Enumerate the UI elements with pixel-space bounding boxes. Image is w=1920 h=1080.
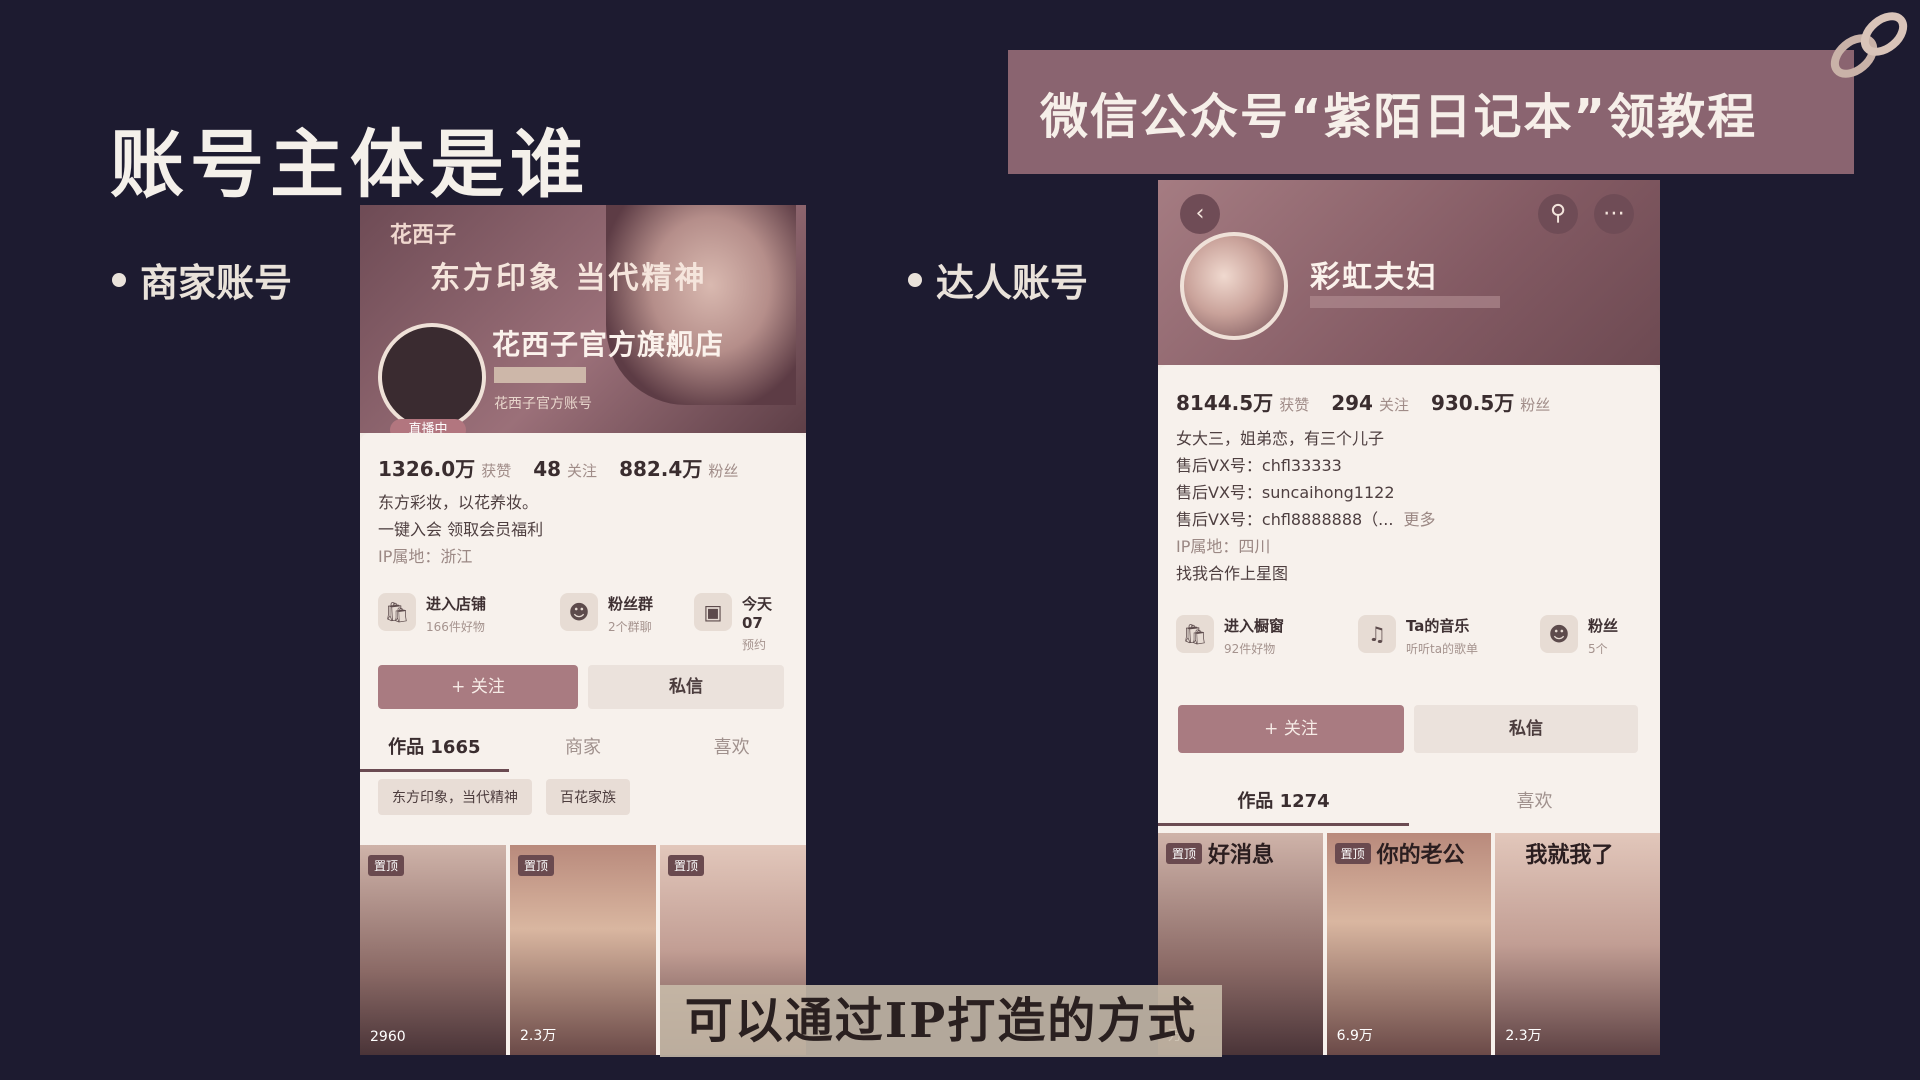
feature-fans-group[interactable]: ☻ 粉丝群 2个群聊 bbox=[560, 593, 660, 653]
slide-title: 账号主体是谁 bbox=[110, 122, 590, 208]
collection-chip[interactable]: 百花家族 bbox=[546, 779, 630, 815]
merchant-name: 花西子官方旗舰店 bbox=[492, 328, 725, 361]
video-thumbnail[interactable]: 置顶 你的老公 6.9万 bbox=[1326, 833, 1492, 1055]
bullet-merchant-label: 商家账号 bbox=[140, 261, 293, 305]
bio-line: 售后VX号：chfl33333 bbox=[1176, 456, 1342, 475]
video-subtitle: 可以通过IP打造的方式 bbox=[660, 985, 1222, 1057]
merchant-header: 花西子 东方印象 当代精神 直播中 花西子官方旗舰店 花西子官方账号 bbox=[360, 205, 806, 441]
bullet-dot-icon bbox=[112, 272, 126, 287]
creator-bio: 女大三，姐弟恋，有三个儿子 售后VX号：chfl33333 售后VX号：sunc… bbox=[1176, 425, 1435, 587]
bio-line: 售后VX号：suncaihong1122 bbox=[1176, 483, 1395, 502]
calendar-icon: ▣ bbox=[694, 593, 732, 631]
message-button[interactable]: 私信 bbox=[588, 665, 784, 709]
bullet-merchant-account: 商家账号 bbox=[112, 252, 292, 307]
creator-tabs: 作品 1274 喜欢 bbox=[1158, 777, 1660, 826]
creator-avatar[interactable] bbox=[1180, 232, 1288, 340]
creator-profile-screenshot: ‹ ⚲ ⋯ 彩虹夫妇 8144.5万 获赞 294 关注 930.5万 粉丝 女大三，… bbox=[1158, 180, 1660, 1055]
stat-followers[interactable]: 882.4万 粉丝 bbox=[619, 453, 738, 482]
stat-likes[interactable]: 8144.5万 获赞 bbox=[1176, 387, 1309, 416]
creator-info-card: 8144.5万 获赞 294 关注 930.5万 粉丝 女大三，姐弟恋，有三个儿子 售… bbox=[1158, 365, 1660, 1055]
feature-enter-store[interactable]: 🛍 进入店铺 166件好物 bbox=[378, 593, 526, 653]
merchant-badge bbox=[494, 367, 586, 383]
tab-likes[interactable]: 喜欢 bbox=[1409, 777, 1660, 826]
stat-following[interactable]: 294 关注 bbox=[1331, 391, 1409, 415]
more-icon[interactable]: ⋯ bbox=[1594, 194, 1634, 234]
creator-feature-row: 🛍 进入橱窗 92件好物 ♫ Ta的音乐 听听ta的歌单 ☻ 粉丝 5个 bbox=[1176, 615, 1630, 657]
chain-link-icon bbox=[1830, 12, 1908, 78]
ip-location: IP属地：四川 bbox=[1176, 537, 1271, 556]
bio-line: 女大三，姐弟恋，有三个儿子 bbox=[1176, 429, 1385, 448]
stat-following[interactable]: 48 关注 bbox=[533, 457, 597, 481]
creator-video-grid: 置顶好消息万 置顶你的老公6.9万 我就我了2.3万 bbox=[1158, 833, 1660, 1055]
stat-followers[interactable]: 930.5万 粉丝 bbox=[1431, 387, 1550, 416]
bag-icon: 🛍 bbox=[378, 593, 416, 631]
fans-group-icon: ☻ bbox=[560, 593, 598, 631]
follow-button[interactable]: + 关注 bbox=[378, 665, 578, 709]
tab-merchant[interactable]: 商家 bbox=[509, 723, 658, 772]
model-portrait-image bbox=[606, 205, 796, 405]
feature-fans[interactable]: ☻ 粉丝 5个 bbox=[1540, 615, 1630, 657]
music-icon: ♫ bbox=[1358, 615, 1396, 653]
bio-line: 售后VX号：chfl8888888（... 更多 bbox=[1176, 510, 1436, 529]
header-brand: 花西子 bbox=[390, 223, 457, 248]
merchant-avatar[interactable]: 直播中 bbox=[378, 323, 486, 441]
video-thumbnail[interactable]: 置顶 2960 bbox=[360, 845, 506, 1055]
tab-works[interactable]: 作品 1274 bbox=[1158, 777, 1409, 826]
tab-likes[interactable]: 喜欢 bbox=[657, 723, 806, 772]
collection-row: 东方印象，当代精神 百花家族 bbox=[378, 779, 630, 815]
message-button[interactable]: 私信 bbox=[1414, 705, 1638, 753]
stat-likes[interactable]: 1326.0万 获赞 bbox=[378, 453, 511, 482]
bag-icon: 🛍 bbox=[1176, 615, 1214, 653]
more-link[interactable]: 更多 bbox=[1403, 510, 1435, 529]
member-link[interactable]: 一键入会 领取会员福利 bbox=[378, 516, 543, 543]
bullet-creator-label: 达人账号 bbox=[936, 261, 1089, 305]
feature-reservation[interactable]: ▣ 今天07 预约 bbox=[694, 593, 774, 653]
video-thumbnail[interactable]: 置顶 2.3万 bbox=[510, 845, 656, 1055]
bio-line: 东方彩妆，以花养妆。 bbox=[378, 493, 539, 512]
merchant-bio: 东方彩妆，以花养妆。 一键入会 领取会员福利 IP属地：浙江 bbox=[378, 489, 543, 570]
feature-music[interactable]: ♫ Ta的音乐 听听ta的歌单 bbox=[1358, 615, 1506, 657]
creator-id-line bbox=[1310, 296, 1500, 308]
creator-header: ‹ ⚲ ⋯ 彩虹夫妇 bbox=[1158, 180, 1660, 365]
header-slogan: 东方印象 当代精神 bbox=[430, 261, 708, 296]
merchant-verified: 花西子官方账号 bbox=[494, 396, 592, 412]
ip-location: IP属地：浙江 bbox=[378, 547, 473, 566]
feature-showcase[interactable]: 🛍 进入橱窗 92件好物 bbox=[1176, 615, 1324, 657]
banner-text: 微信公众号“紫陌日记本”领教程 bbox=[1040, 89, 1758, 145]
merchant-info-card: 1326.0万 获赞 48 关注 882.4万 粉丝 东方彩妆，以花养妆。 一键入会 … bbox=[360, 433, 806, 1055]
merchant-tabs: 作品 1665 商家 喜欢 bbox=[360, 723, 806, 772]
merchant-stats: 1326.0万 获赞 48 关注 882.4万 粉丝 bbox=[378, 453, 738, 482]
follow-button[interactable]: + 关注 bbox=[1178, 705, 1404, 753]
video-thumbnail[interactable]: 我就我了 2.3万 bbox=[1495, 833, 1660, 1055]
merchant-profile-screenshot: 花西子 东方印象 当代精神 直播中 花西子官方旗舰店 花西子官方账号 1326.… bbox=[360, 205, 806, 1055]
merchant-feature-row: 🛍 进入店铺 166件好物 ☻ 粉丝群 2个群聊 ▣ 今天07 预约 bbox=[378, 593, 774, 653]
creator-stats: 8144.5万 获赞 294 关注 930.5万 粉丝 bbox=[1176, 387, 1550, 416]
bullet-dot-icon bbox=[908, 272, 922, 287]
wechat-banner: 微信公众号“紫陌日记本”领教程 bbox=[1008, 50, 1854, 174]
bullet-creator-account: 达人账号 bbox=[908, 252, 1088, 307]
collection-chip[interactable]: 东方印象，当代精神 bbox=[378, 779, 532, 815]
back-icon[interactable]: ‹ bbox=[1180, 194, 1220, 234]
bio-line: 找我合作上星图 bbox=[1176, 564, 1289, 583]
search-icon[interactable]: ⚲ bbox=[1538, 194, 1578, 234]
tab-works[interactable]: 作品 1665 bbox=[360, 723, 509, 772]
creator-name: 彩虹夫妇 bbox=[1310, 260, 1438, 295]
fans-group-icon: ☻ bbox=[1540, 615, 1578, 653]
